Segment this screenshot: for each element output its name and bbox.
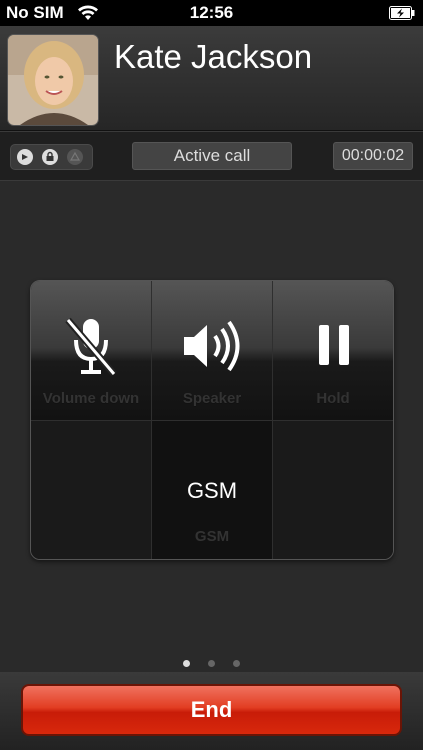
page-indicator[interactable]	[0, 654, 423, 667]
alert-icon	[67, 149, 83, 165]
page-dot[interactable]	[233, 660, 241, 667]
page-dot-active[interactable]	[182, 660, 190, 667]
footer-bar: End	[0, 672, 423, 750]
gsm-button[interactable]: GSM GSM	[152, 420, 272, 559]
call-status-badge: Active call	[132, 142, 292, 170]
contact-header: Kate Jackson	[0, 26, 423, 131]
lock-icon	[42, 149, 58, 165]
battery-charging-icon	[389, 6, 415, 20]
speaker-icon	[184, 320, 240, 372]
page-dot[interactable]	[208, 660, 215, 667]
gsm-title: GSM	[186, 478, 238, 503]
gsm-label: GSM	[194, 528, 230, 545]
contact-name: Kate Jackson	[114, 38, 313, 75]
hold-button[interactable]: Hold	[273, 281, 393, 420]
speaker-button[interactable]: Speaker	[152, 281, 272, 420]
call-indicator-icon	[17, 149, 33, 165]
contact-photo	[8, 35, 98, 125]
empty-slot	[273, 420, 393, 559]
status-bar: No SIM 12:56	[0, 0, 423, 26]
mute-label: Volume down	[42, 390, 140, 407]
avatar-image	[8, 35, 98, 125]
clock: 12:56	[189, 3, 234, 22]
speaker-label: Speaker	[182, 390, 242, 407]
call-controls-panel: Volume down Speaker Hold GSM GSM	[30, 280, 394, 560]
mute-button[interactable]: Volume down	[31, 281, 151, 420]
end-call-button[interactable]: End	[21, 684, 402, 736]
hold-label: Hold	[316, 390, 350, 407]
call-duration: 00:00:02	[333, 142, 413, 170]
divider	[31, 420, 393, 421]
call-info-bar: Active call 00:00:02	[0, 131, 423, 181]
microphone-muted-icon	[65, 317, 117, 376]
call-indicators	[10, 144, 93, 170]
pause-icon	[319, 325, 349, 365]
empty-slot	[31, 420, 151, 559]
